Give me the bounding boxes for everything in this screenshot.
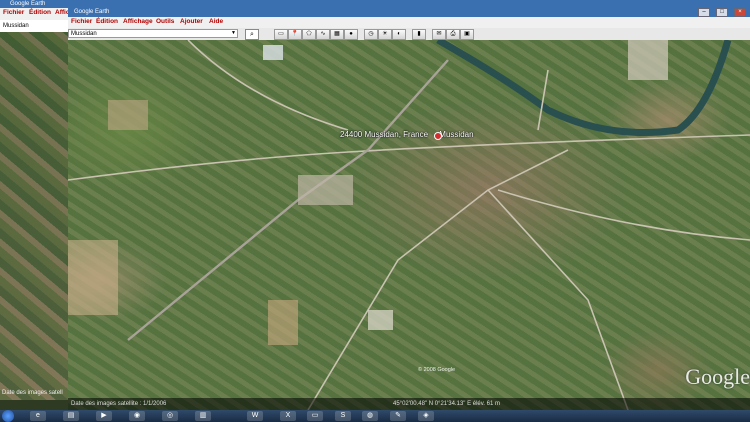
background-imagery-credit: Date des images satell [2, 390, 63, 396]
background-menu-bar: Fichier Édition Affich [0, 8, 73, 20]
firefox-icon[interactable]: ◉ [129, 411, 145, 421]
menu-outils[interactable]: Outils [156, 18, 174, 25]
email-icon[interactable]: ✉ [432, 29, 446, 40]
building [263, 45, 283, 60]
taskbar: e ▤ ▶ ◉ ◎ ▥ W X ▭ S ◍ ✎ ◈ [0, 410, 750, 422]
print-icon[interactable]: ⎙ [446, 29, 460, 40]
media-icon[interactable]: ▶ [96, 411, 112, 421]
menu-fichier[interactable]: Fichier [71, 18, 92, 25]
explorer-icon[interactable]: ▤ [63, 411, 79, 421]
maximize-button[interactable]: □ [716, 8, 728, 17]
coordinates-readout: 45°02'00.48" N 0°21'34.13" E élév. 61 m [393, 401, 500, 407]
menu-edition[interactable]: Édition [96, 18, 118, 25]
background-map-view[interactable] [0, 32, 68, 400]
window-title: Google Earth [74, 9, 110, 15]
chevron-down-icon[interactable]: ▼ [231, 30, 236, 36]
building [368, 310, 393, 330]
earth-icon[interactable]: ◍ [362, 411, 378, 421]
explorer2-icon[interactable]: ▥ [195, 411, 211, 421]
maps-icon[interactable]: ▣ [460, 29, 474, 40]
place-label: 24400 Mussidan, France Mussidan [340, 130, 474, 139]
road [487, 189, 629, 410]
window-controls: – □ × [692, 8, 746, 17]
background-search-value: Mussidan [3, 23, 29, 29]
title-bar: Google Earth – □ × [68, 8, 750, 17]
close-button[interactable]: × [734, 8, 746, 17]
ie-icon[interactable]: e [30, 411, 46, 421]
back-menu-edition[interactable]: Édition [29, 9, 51, 16]
road-network [68, 40, 750, 410]
note-icon[interactable]: ▭ [307, 411, 323, 421]
road [68, 134, 750, 181]
paint-icon[interactable]: ✎ [390, 411, 406, 421]
menu-ajouter[interactable]: Ajouter [180, 18, 203, 25]
sun-icon[interactable]: ☀ [378, 29, 392, 40]
skype-icon[interactable]: S [335, 411, 351, 421]
menu-affichage[interactable]: Affichage [123, 18, 153, 25]
history-icon[interactable]: ◷ [364, 29, 378, 40]
field [108, 100, 148, 130]
placemark-icon[interactable]: 📍 [288, 29, 302, 40]
placemark-pin-icon[interactable] [434, 132, 442, 140]
status-bar: Date des images satellite : 1/1/2006 45°… [68, 398, 750, 410]
search-input[interactable]: Mussidan [68, 29, 238, 38]
map-copyright: © 2008 Google [418, 367, 456, 373]
menu-bar: Fichier Édition Affichage Outils Ajouter… [68, 17, 750, 28]
field [628, 40, 668, 80]
word-icon[interactable]: W [247, 411, 263, 421]
pin-label-text: Mussidan [439, 130, 474, 139]
hide-sidebar-icon[interactable]: ▭ [274, 29, 288, 40]
place-label-text: 24400 Mussidan, France [340, 130, 429, 139]
satellite-map-view[interactable]: 24400 Mussidan, France Mussidan © 2008 G… [68, 40, 750, 410]
field [68, 240, 118, 315]
app2-icon[interactable]: ◈ [418, 411, 434, 421]
app-icon[interactable]: ◎ [162, 411, 178, 421]
ruler-icon[interactable]: ▮ [412, 29, 426, 40]
planets-icon[interactable]: ◐ [392, 29, 406, 40]
path-icon[interactable]: ∿ [316, 29, 330, 40]
back-menu-fichier[interactable]: Fichier [3, 9, 24, 16]
google-earth-window: Google Earth – □ × Fichier Édition Afficha… [68, 0, 750, 410]
polygon-icon[interactable]: ⬠ [302, 29, 316, 40]
google-logo: Google [685, 364, 750, 389]
search-icon[interactable]: ⌕ [245, 29, 259, 40]
background-window-title: Google Earth [10, 1, 46, 7]
menu-aide[interactable]: Aide [209, 18, 223, 25]
industrial-buildings [298, 175, 353, 205]
railway [127, 59, 449, 341]
field [268, 300, 298, 345]
excel-icon[interactable]: X [280, 411, 296, 421]
imagery-date: Date des images satellite : 1/1/2006 [71, 401, 167, 407]
tour-icon[interactable]: ● [344, 29, 358, 40]
overlay-icon[interactable]: ▦ [330, 29, 344, 40]
river [436, 40, 732, 136]
minimize-button[interactable]: – [698, 8, 710, 17]
start-orb-icon[interactable] [2, 410, 14, 422]
road [497, 189, 750, 241]
